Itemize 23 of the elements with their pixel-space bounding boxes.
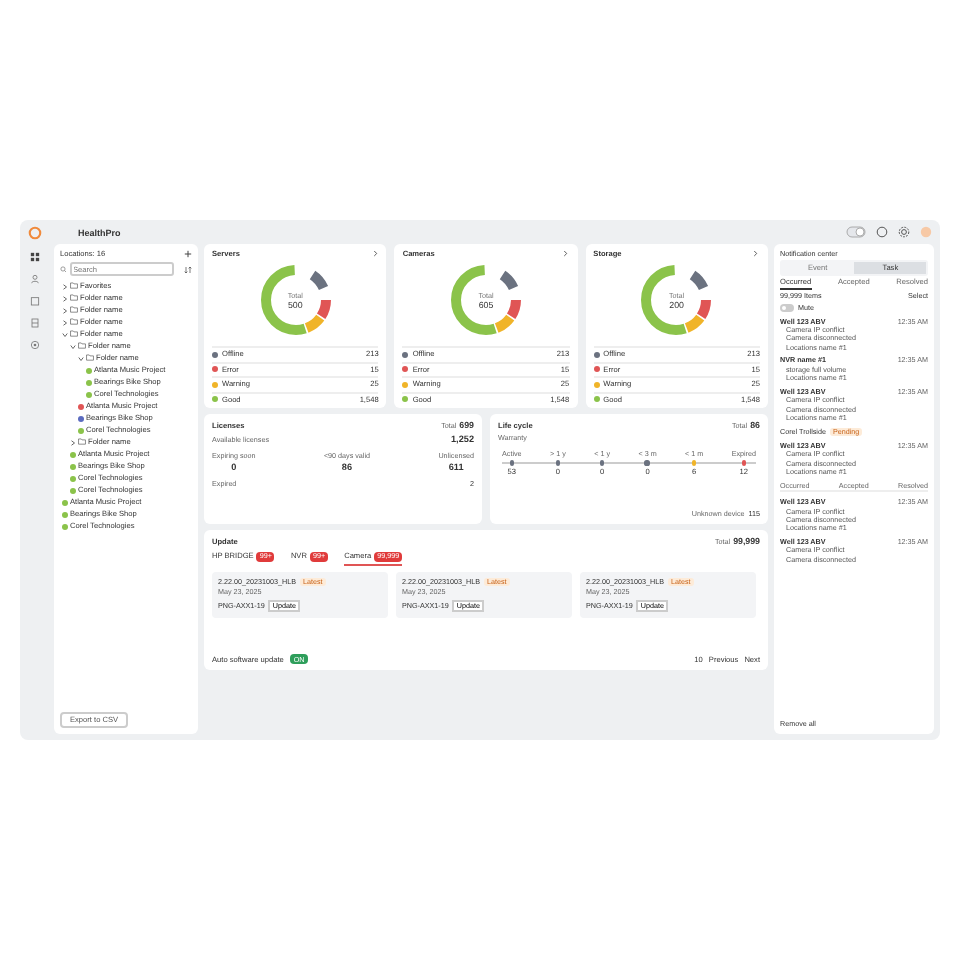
caret-icon[interactable]: [70, 439, 76, 445]
caret-icon[interactable]: [62, 331, 68, 337]
mute-toggle[interactable]: [780, 304, 794, 311]
settings-icon[interactable]: [898, 226, 910, 238]
caret-icon[interactable]: [62, 307, 68, 313]
donut-chart-drawing: [636, 260, 717, 340]
search-icon: [60, 265, 67, 273]
settings-icon[interactable]: [29, 340, 39, 350]
folder-icon: [78, 438, 86, 446]
add-icon[interactable]: [184, 250, 192, 258]
calendar-icon[interactable]: [29, 296, 39, 306]
toggle-icon[interactable]: [846, 226, 866, 238]
caret-icon[interactable]: [70, 343, 76, 349]
donut-chart-drawing: [255, 260, 336, 340]
caret-icon[interactable]: [62, 295, 68, 301]
user-icon[interactable]: [29, 274, 39, 284]
donut-chart-drawing: [445, 260, 526, 340]
sort-icon[interactable]: [184, 265, 192, 273]
caret-icon[interactable]: [78, 355, 84, 361]
logo-icon: [28, 225, 42, 239]
caret-icon[interactable]: [62, 283, 68, 289]
caret-icon[interactable]: [62, 319, 68, 325]
dashboard-icon[interactable]: [29, 252, 39, 262]
